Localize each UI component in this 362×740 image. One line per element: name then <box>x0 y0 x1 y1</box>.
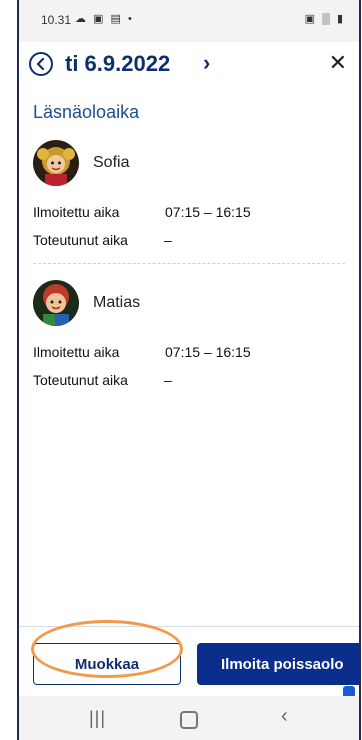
action-footer: Muokkaa Ilmoita poissaolo <box>19 626 359 697</box>
actual-time-label: Toteutunut aika <box>33 232 128 248</box>
child-name: Matias <box>93 294 141 311</box>
actual-time-value: – <box>164 372 172 388</box>
avatar-image <box>33 280 79 326</box>
status-bar: 10.31 ☁ ▣ ▤ • ▣ ▒ ▮ <box>19 0 359 42</box>
home-button[interactable] <box>180 711 198 729</box>
status-time: 10.31 <box>41 13 72 27</box>
chevron-left-icon <box>36 58 45 70</box>
reported-time-label: Ilmoitettu aika <box>33 344 120 360</box>
edit-button[interactable]: Muokkaa <box>33 643 181 685</box>
recent-apps-button[interactable]: ||| <box>89 708 106 729</box>
avatar <box>33 280 79 326</box>
reported-time-value: 07:15 – 16:15 <box>165 204 251 220</box>
status-system-icons: ▣ ▒ ▮ <box>304 13 345 25</box>
status-notification-icons: ☁ ▣ ▤ • <box>75 13 134 25</box>
header: ti 6.9.2022 › ✕ <box>19 42 359 92</box>
page-title: ti 6.9.2022 <box>65 51 171 76</box>
divider <box>33 263 345 264</box>
reported-time-label: Ilmoitettu aika <box>33 204 120 220</box>
app-frame: 10.31 ☁ ▣ ▤ • ▣ ▒ ▮ ti 6.9.2022 › ✕ Läsn… <box>17 0 361 740</box>
report-absence-button[interactable]: Ilmoita poissaolo <box>197 643 359 685</box>
avatar-image <box>33 140 79 186</box>
close-button[interactable]: ✕ <box>329 50 347 76</box>
next-day-button[interactable]: › <box>203 50 210 76</box>
previous-day-button[interactable] <box>29 52 53 76</box>
actual-time-value: – <box>164 232 172 248</box>
section-title: Läsnäoloaika <box>33 102 140 122</box>
avatar <box>33 140 79 186</box>
back-nav-button[interactable]: ‹ <box>281 705 288 728</box>
actual-time-label: Toteutunut aika <box>33 372 128 388</box>
child-name: Sofia <box>93 154 130 171</box>
reported-time-value: 07:15 – 16:15 <box>165 344 251 360</box>
android-nav-bar: ||| ‹ <box>19 696 359 740</box>
